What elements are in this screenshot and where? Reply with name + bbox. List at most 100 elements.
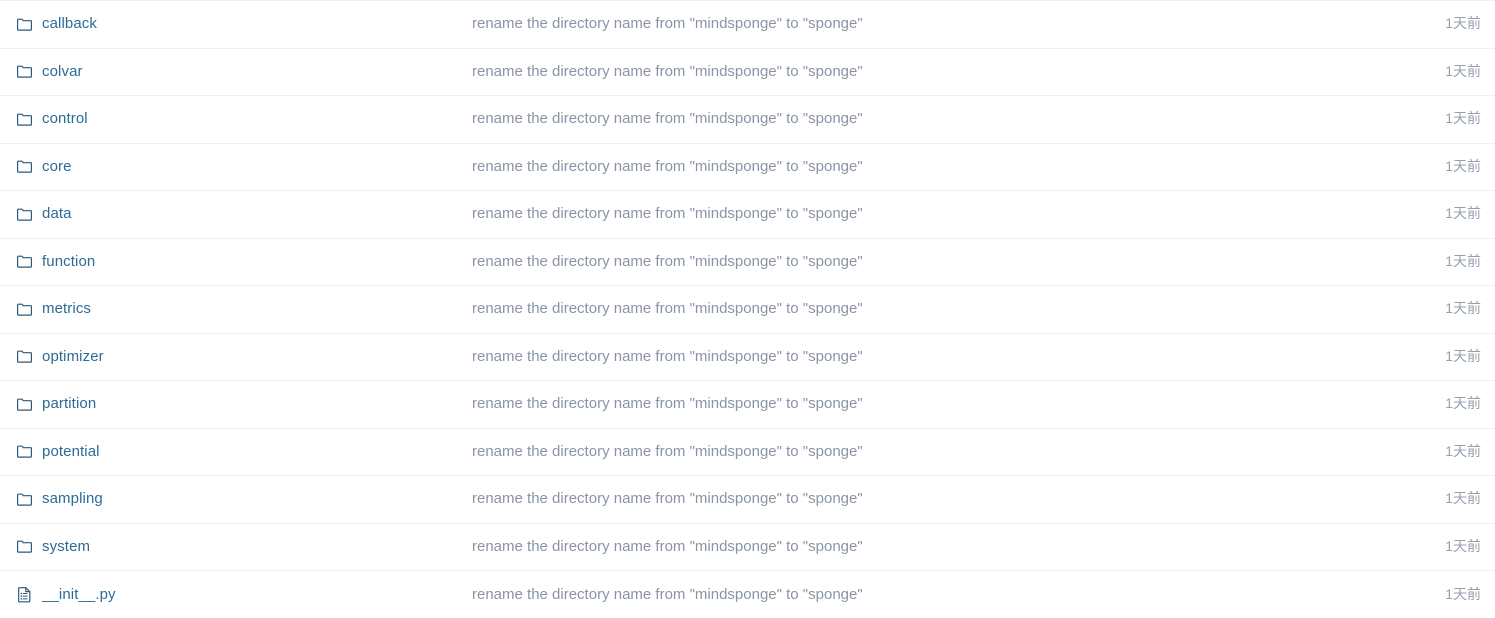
commit-age-cell: 1天前 <box>1386 381 1495 429</box>
commit-age-cell: 1天前 <box>1386 191 1495 239</box>
file-name-cell: function <box>0 238 456 286</box>
file-row[interactable]: function rename the directory name from "… <box>0 238 1495 286</box>
file-name-link[interactable]: callback <box>42 15 97 33</box>
commit-message-link[interactable]: rename the directory name from "mindspon… <box>456 205 1386 223</box>
commit-age-label: 1天前 <box>1445 63 1481 79</box>
file-name-link[interactable]: optimizer <box>42 348 104 366</box>
folder-icon <box>16 348 33 365</box>
commit-age-cell: 1天前 <box>1386 571 1495 618</box>
file-row[interactable]: data rename the directory name from "mind… <box>0 191 1495 239</box>
file-row[interactable]: colvar rename the directory name from "mi… <box>0 48 1495 96</box>
commit-message-cell: rename the directory name from "mindspon… <box>456 238 1386 286</box>
commit-age-cell: 1天前 <box>1386 1 1495 49</box>
file-row[interactable]: system rename the directory name from "mi… <box>0 523 1495 571</box>
file-name-link[interactable]: system <box>42 538 90 556</box>
commit-age-label: 1天前 <box>1445 253 1481 269</box>
commit-message-link[interactable]: rename the directory name from "mindspon… <box>456 348 1386 366</box>
file-row[interactable]: callback rename the directory name from "… <box>0 1 1495 49</box>
commit-message-cell: rename the directory name from "mindspon… <box>456 1 1386 49</box>
folder-icon <box>16 538 33 555</box>
folder-icon <box>16 396 33 413</box>
commit-message-cell: rename the directory name from "mindspon… <box>456 476 1386 524</box>
commit-message-link[interactable]: rename the directory name from "mindspon… <box>456 253 1386 271</box>
file-name-link[interactable]: core <box>42 158 72 176</box>
file-name-cell: callback <box>0 1 456 49</box>
file-row[interactable]: optimizer rename the directory name from … <box>0 333 1495 381</box>
folder-icon <box>16 16 33 33</box>
commit-message-cell: rename the directory name from "mindspon… <box>456 286 1386 334</box>
file-name-link[interactable]: colvar <box>42 63 83 81</box>
commit-message-cell: rename the directory name from "mindspon… <box>456 428 1386 476</box>
commit-age-cell: 1天前 <box>1386 333 1495 381</box>
file-row[interactable]: partition rename the directory name from … <box>0 381 1495 429</box>
file-row[interactable]: core rename the directory name from "mind… <box>0 143 1495 191</box>
commit-message-link[interactable]: rename the directory name from "mindspon… <box>456 158 1386 176</box>
commit-message-link[interactable]: rename the directory name from "mindspon… <box>456 15 1386 33</box>
commit-age-cell: 1天前 <box>1386 523 1495 571</box>
folder-icon <box>16 443 33 460</box>
commit-age-label: 1天前 <box>1445 348 1481 364</box>
commit-age-label: 1天前 <box>1445 395 1481 411</box>
commit-message-link[interactable]: rename the directory name from "mindspon… <box>456 538 1386 556</box>
folder-icon <box>16 206 33 223</box>
file-name-cell: core <box>0 143 456 191</box>
file-row[interactable]: control rename the directory name from "m… <box>0 96 1495 144</box>
commit-age-label: 1天前 <box>1445 158 1481 174</box>
file-name-cell: control <box>0 96 456 144</box>
commit-message-link[interactable]: rename the directory name from "mindspon… <box>456 586 1386 604</box>
file-name-link[interactable]: potential <box>42 443 100 461</box>
commit-age-label: 1天前 <box>1445 300 1481 316</box>
file-name-cell: partition <box>0 381 456 429</box>
commit-message-cell: rename the directory name from "mindspon… <box>456 96 1386 144</box>
file-name-cell: system <box>0 523 456 571</box>
commit-message-link[interactable]: rename the directory name from "mindspon… <box>456 395 1386 413</box>
folder-icon <box>16 301 33 318</box>
file-row[interactable]: sampling rename the directory name from "… <box>0 476 1495 524</box>
file-icon <box>16 586 33 603</box>
commit-message-cell: rename the directory name from "mindspon… <box>456 571 1386 618</box>
folder-icon <box>16 491 33 508</box>
commit-age-cell: 1天前 <box>1386 286 1495 334</box>
commit-age-cell: 1天前 <box>1386 48 1495 96</box>
commit-age-label: 1天前 <box>1445 15 1481 31</box>
file-name-cell: colvar <box>0 48 456 96</box>
file-name-link[interactable]: function <box>42 253 95 271</box>
file-name-link[interactable]: partition <box>42 395 96 413</box>
commit-message-cell: rename the directory name from "mindspon… <box>456 191 1386 239</box>
commit-message-link[interactable]: rename the directory name from "mindspon… <box>456 300 1386 318</box>
file-name-link[interactable]: sampling <box>42 490 103 508</box>
file-name-cell: optimizer <box>0 333 456 381</box>
commit-message-cell: rename the directory name from "mindspon… <box>456 333 1386 381</box>
commit-age-cell: 1天前 <box>1386 428 1495 476</box>
file-row[interactable]: __init__.py rename the directory name fro… <box>0 571 1495 618</box>
file-name-cell: __init__.py <box>0 571 456 618</box>
file-name-cell: metrics <box>0 286 456 334</box>
file-name-cell: sampling <box>0 476 456 524</box>
file-name-link[interactable]: metrics <box>42 300 91 318</box>
file-row[interactable]: metrics rename the directory name from "m… <box>0 286 1495 334</box>
commit-message-link[interactable]: rename the directory name from "mindspon… <box>456 110 1386 128</box>
commit-age-label: 1天前 <box>1445 586 1481 602</box>
commit-message-link[interactable]: rename the directory name from "mindspon… <box>456 63 1386 81</box>
commit-age-label: 1天前 <box>1445 205 1481 221</box>
commit-message-cell: rename the directory name from "mindspon… <box>456 143 1386 191</box>
folder-icon <box>16 63 33 80</box>
folder-icon <box>16 111 33 128</box>
commit-message-link[interactable]: rename the directory name from "mindspon… <box>456 443 1386 461</box>
commit-age-cell: 1天前 <box>1386 143 1495 191</box>
commit-age-cell: 1天前 <box>1386 238 1495 286</box>
file-row[interactable]: potential rename the directory name from … <box>0 428 1495 476</box>
file-name-link[interactable]: data <box>42 205 72 223</box>
commit-message-cell: rename the directory name from "mindspon… <box>456 523 1386 571</box>
commit-message-cell: rename the directory name from "mindspon… <box>456 48 1386 96</box>
file-name-cell: potential <box>0 428 456 476</box>
file-name-cell: data <box>0 191 456 239</box>
commit-age-label: 1天前 <box>1445 490 1481 506</box>
file-name-link[interactable]: control <box>42 110 88 128</box>
file-name-link[interactable]: __init__.py <box>42 586 116 604</box>
folder-icon <box>16 253 33 270</box>
folder-icon <box>16 158 33 175</box>
commit-message-link[interactable]: rename the directory name from "mindspon… <box>456 490 1386 508</box>
commit-age-cell: 1天前 <box>1386 96 1495 144</box>
file-list-body: callback rename the directory name from "… <box>0 1 1495 618</box>
